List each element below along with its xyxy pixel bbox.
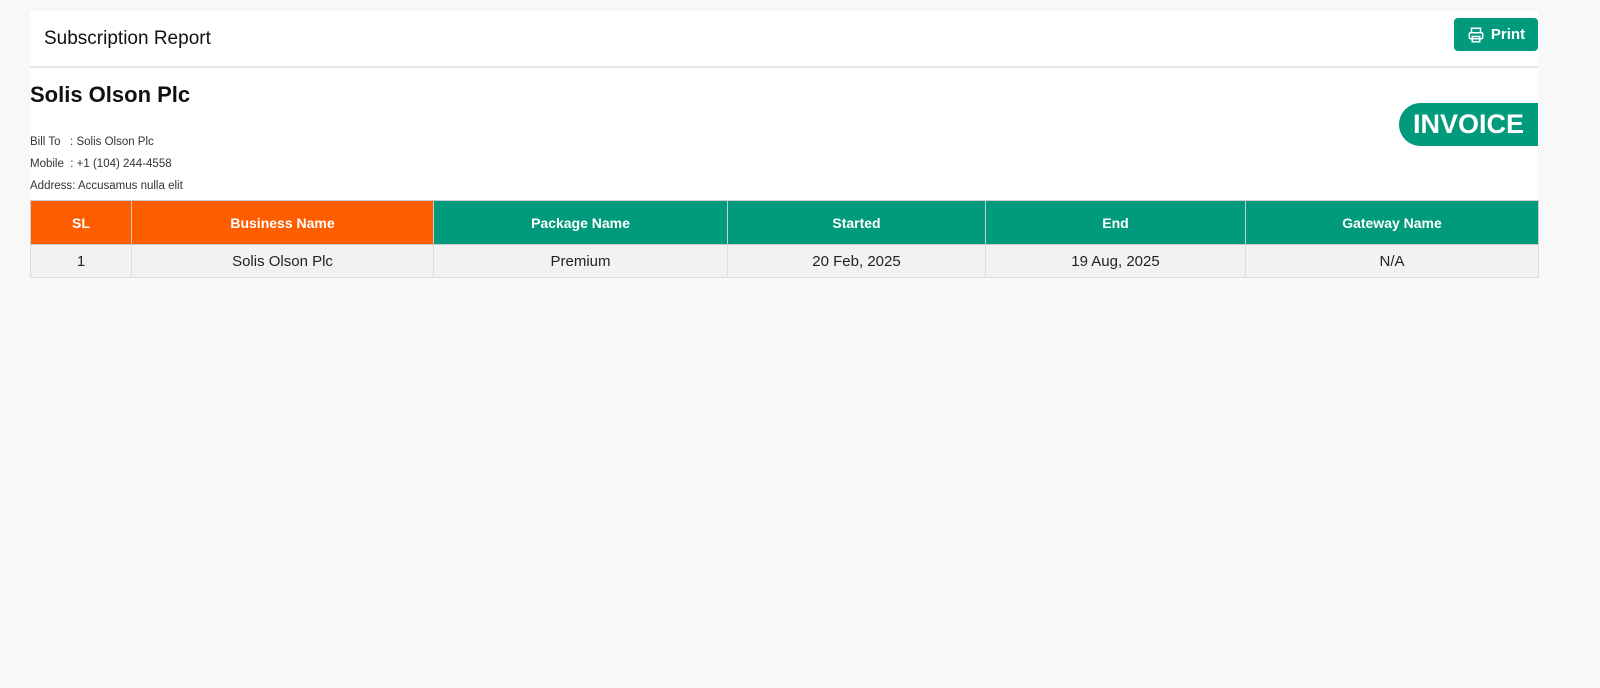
- subscription-table: SL Business Name Package Name Started En…: [30, 200, 1539, 278]
- cell-business-name: Solis Olson Plc: [131, 244, 434, 278]
- col-end: End: [985, 200, 1246, 245]
- printer-icon: [1468, 27, 1484, 42]
- mobile-label: Mobile: [30, 158, 64, 170]
- col-started: Started: [727, 200, 986, 245]
- cell-gateway-name: N/A: [1245, 244, 1539, 278]
- col-gateway-name: Gateway Name: [1245, 200, 1539, 245]
- print-button[interactable]: Print: [1454, 18, 1538, 51]
- print-label: Print: [1490, 26, 1526, 43]
- company-name: Solis Olson Plc: [30, 82, 191, 107]
- address-label: Address: [30, 180, 73, 192]
- address: Address: Accusamus nulla elit: [30, 180, 183, 192]
- bill-to-value: Solis Olson Plc: [76, 136, 154, 148]
- report-card: Subscription Report Print Solis Olson Pl…: [30, 11, 1539, 278]
- report-header: Subscription Report Print: [30, 11, 1538, 68]
- bill-to-label: Bill To: [30, 136, 61, 148]
- address-value: Accusamus nulla elit: [77, 180, 183, 192]
- bill-to: Bill To : Solis Olson Plc: [30, 136, 154, 148]
- cell-started: 20 Feb, 2025: [727, 244, 986, 278]
- table-row: 1 Solis Olson Plc Premium 20 Feb, 2025 1…: [30, 244, 1539, 278]
- col-package-name: Package Name: [433, 200, 728, 245]
- col-sl: SL: [30, 200, 132, 245]
- cell-sl: 1: [30, 244, 132, 278]
- mobile: Mobile : +1 (104) 244-4558: [30, 158, 172, 170]
- cell-package-name: Premium: [433, 244, 728, 278]
- invoice-badge: INVOICE: [1399, 103, 1538, 146]
- page-title: Subscription Report: [44, 28, 211, 49]
- col-business-name: Business Name: [131, 200, 434, 245]
- mobile-value: +1 (104) 244-4558: [76, 158, 172, 170]
- cell-end: 19 Aug, 2025: [985, 244, 1246, 278]
